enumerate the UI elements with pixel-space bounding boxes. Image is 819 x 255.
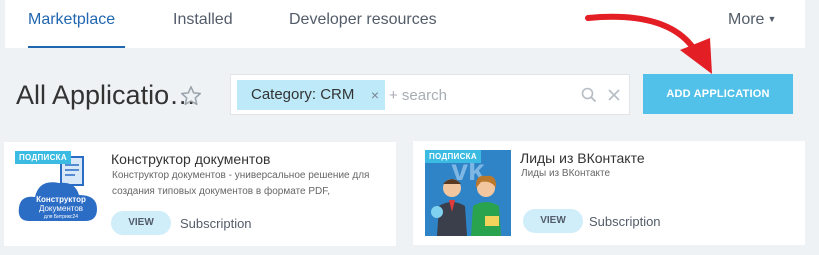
chip-remove-icon[interactable]: × [371, 80, 379, 110]
search-input[interactable] [389, 83, 569, 107]
subscription-badge: ПОДПИСКА [15, 151, 71, 164]
pricing-label: Subscription [180, 216, 252, 231]
view-button[interactable]: VIEW [111, 211, 171, 235]
app-thumbnail: Конструктор Документов для Битрикс24 ПОД… [15, 151, 101, 237]
more-menu-button[interactable]: More ▼ [728, 11, 776, 29]
caret-down-icon: ▼ [767, 14, 777, 24]
app-title[interactable]: Конструктор документов [111, 151, 270, 167]
subscription-badge: ПОДПИСКА [425, 150, 481, 163]
app-card-vk-leads[interactable]: vk ПОДПИСКА Лиды из ВКонтакте Лиды из ВК… [413, 141, 805, 245]
app-thumbnail: vk ПОДПИСКА [425, 150, 511, 236]
filter-chip-label: Category: CRM [251, 86, 355, 103]
active-tab-underline [28, 46, 125, 48]
star-outline-icon[interactable] [179, 84, 203, 108]
tab-developer-resources[interactable]: Developer resources [289, 11, 437, 29]
view-button[interactable]: VIEW [523, 209, 583, 233]
app-description: Лиды из ВКонтакте [521, 168, 611, 179]
tab-marketplace[interactable]: Marketplace [28, 11, 115, 29]
app-description: Конструктор документов - универсальное р… [112, 170, 370, 197]
filter-chip-category[interactable]: Category: CRM × [237, 80, 385, 110]
pricing-label: Subscription [589, 214, 661, 229]
page-title: All Applicatio… [16, 80, 197, 110]
app-title[interactable]: Лиды из ВКонтакте [520, 150, 645, 166]
thumbnail-caption: Конструктор Документов для Битрикс24 [36, 195, 86, 220]
add-application-button[interactable]: ADD APPLICATION [643, 74, 793, 114]
app-card-document-builder[interactable]: Конструктор Документов для Битрикс24 ПОД… [4, 142, 396, 246]
close-icon[interactable] [607, 88, 621, 102]
filter-search-box: Category: CRM × [230, 74, 630, 115]
tab-installed[interactable]: Installed [173, 11, 233, 29]
top-tab-bar: Marketplace Installed Developer resource… [5, 0, 805, 48]
search-icon[interactable] [581, 87, 597, 103]
more-label: More [728, 11, 765, 28]
